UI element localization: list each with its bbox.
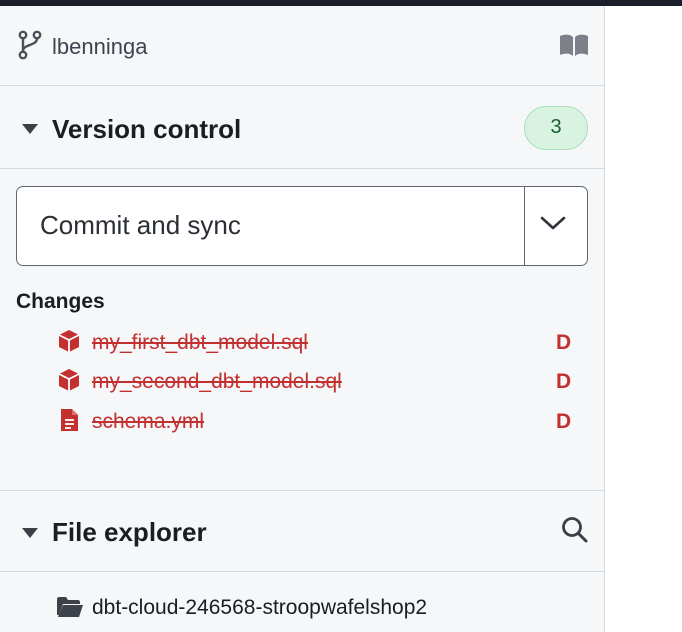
change-file-name: my_second_dbt_model.sql — [92, 370, 342, 393]
change-status-badge: D — [556, 410, 572, 433]
folder-item[interactable]: dbt-cloud-246568-stroopwafelshop2 — [56, 592, 576, 626]
change-status-badge: D — [556, 370, 572, 393]
model-cube-icon — [58, 330, 80, 352]
book-icon[interactable] — [558, 32, 590, 58]
changes-count-badge: 3 — [524, 106, 588, 150]
change-file-name: my_first_dbt_model.sql — [92, 331, 308, 354]
caret-down-icon[interactable] — [22, 528, 38, 538]
version-control-title: Version control — [52, 114, 242, 144]
file-explorer-header[interactable]: File explorer — [0, 490, 604, 572]
folder-name: dbt-cloud-246568-stroopwafelshop2 — [92, 596, 428, 619]
commit-and-sync-button[interactable]: Commit and sync — [17, 187, 525, 265]
changes-label: Changes — [16, 290, 105, 313]
folder-open-icon — [57, 597, 83, 617]
caret-down-icon[interactable] — [22, 124, 38, 134]
change-item[interactable]: my_second_dbt_model.sql D — [56, 367, 576, 401]
git-branch-icon — [18, 30, 42, 60]
commit-options-dropdown[interactable] — [525, 187, 587, 265]
editor-area — [606, 6, 682, 632]
ide-sidebar: lbenninga Version control 3 Commit and s… — [0, 6, 605, 632]
commit-sync-split-button: Commit and sync — [16, 186, 588, 266]
change-file-name: schema.yml — [92, 410, 205, 433]
chevron-down-icon — [540, 216, 566, 230]
version-control-header[interactable]: Version control 3 — [0, 87, 604, 169]
search-icon[interactable] — [560, 515, 590, 545]
change-item[interactable]: schema.yml D — [56, 407, 576, 441]
file-explorer-title: File explorer — [52, 517, 207, 547]
branch-row[interactable]: lbenninga — [0, 6, 604, 86]
change-status-badge: D — [556, 331, 572, 354]
change-item[interactable]: my_first_dbt_model.sql D — [56, 328, 576, 362]
branch-name: lbenninga — [52, 34, 148, 59]
model-cube-icon — [58, 369, 80, 391]
file-document-icon — [61, 409, 78, 431]
